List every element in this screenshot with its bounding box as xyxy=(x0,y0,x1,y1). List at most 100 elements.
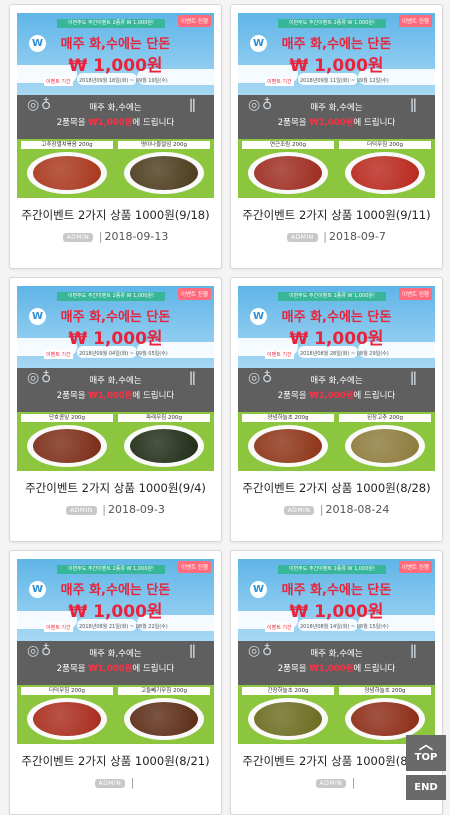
post-title[interactable]: 주간이벤트 2가지 상품 1000원(8/21) xyxy=(17,753,214,769)
product-left-label: 간장하늘초 200g xyxy=(242,687,334,695)
offer-line-1: 매주 화,수에는 xyxy=(89,376,142,386)
meta-divider: | xyxy=(102,503,106,516)
product-strip: 고추장멸치볶음 200g 명이나물절임 200g xyxy=(17,139,214,198)
author-badge: ADMIN xyxy=(94,778,126,788)
event-banner-image[interactable]: 이번주도 주간이벤트 2종류 W 1,000원! 이벤트 진행 W 매주 화,수… xyxy=(238,13,435,198)
product-right: 파래무침 200g xyxy=(118,414,210,469)
post-date: 2018-09-7 xyxy=(328,230,386,243)
banner-offer-band: ◎ ♁ ǁ 매주 화,수에는 2품목을 ₩1,000원에 드립니다 xyxy=(17,641,214,685)
scroll-top-button[interactable]: ︿ TOP xyxy=(406,735,446,771)
period-label: 이벤트 기간 xyxy=(265,350,294,359)
post-meta: ADMIN | 2018-09-7 xyxy=(238,230,435,243)
product-left: 양념하늘초 200g xyxy=(242,414,334,469)
author-badge: ADMIN xyxy=(283,505,315,515)
event-banner-image[interactable]: 이번주도 주간이벤트 2종류 W 1,000원! 이벤트 진행 W 매주 화,수… xyxy=(17,286,214,471)
product-right-label: 파래무침 200g xyxy=(118,414,210,422)
banner-price: ₩ 1,000원 xyxy=(289,56,384,76)
event-banner-image[interactable]: 이번주도 주간이벤트 2종류 W 1,000원! 이벤트 진행 W 매주 화,수… xyxy=(17,13,214,198)
banner-ribbon: 이번주도 주간이벤트 2종류 W 1,000원! xyxy=(57,19,165,28)
banner-price: ₩ 1,000원 xyxy=(289,329,384,349)
event-period: 2018년08월 14일(화) ~ 08월 15일(수) xyxy=(300,624,389,630)
product-left-label: 고추장멸치볶음 200g xyxy=(21,141,113,149)
product-strip: 더덕무침 200g 고들빼기무침 200g xyxy=(17,685,214,744)
banner-price: ₩ 1,000원 xyxy=(68,329,163,349)
event-tag: 이벤트 진행 xyxy=(398,288,432,300)
offer-line-2: 2품목을 ₩1,000원에 드립니다 xyxy=(277,391,396,401)
event-tag: 이벤트 진행 xyxy=(398,561,432,573)
post-card[interactable]: 이번주도 주간이벤트 2종류 W 1,000원! 이벤트 진행 W 매주 화,수… xyxy=(230,277,443,542)
post-title[interactable]: 주간이벤트 2가지 상품 1000원(9/4) xyxy=(17,480,214,496)
banner-offer-band: ◎ ♁ ǁ 매주 화,수에는 2품목을 ₩1,000원에 드립니다 xyxy=(238,641,435,685)
chevron-up-icon: ︿ xyxy=(419,737,433,753)
post-title[interactable]: 주간이벤트 2가지 상품 1000원(8/28) xyxy=(238,480,435,496)
food-image xyxy=(254,702,322,736)
product-right-label: 양념하늘초 200g xyxy=(339,687,431,695)
event-period: 2018년09월 18일(화) ~ 09월 19일(수) xyxy=(79,78,168,84)
product-left: 더덕무침 200g xyxy=(21,687,113,742)
food-image xyxy=(33,156,101,190)
banner-headline: 매주 화,수에는 단돈 xyxy=(281,37,392,52)
scroll-end-label: END xyxy=(414,782,438,793)
offer-line-2: 2품목을 ₩1,000원에 드립니다 xyxy=(56,391,175,401)
banner-ribbon: 이번주도 주간이벤트 2종류 W 1,000원! xyxy=(278,292,386,301)
event-tag: 이벤트 진행 xyxy=(398,15,432,27)
food-image xyxy=(351,156,419,190)
event-period: 2018년08월 28일(화) ~ 08월 29일(수) xyxy=(300,351,389,357)
product-left-label: 더덕무침 200g xyxy=(21,687,113,695)
event-tag: 이벤트 진행 xyxy=(177,288,211,300)
scroll-end-button[interactable]: END xyxy=(406,775,446,800)
offer-line-1: 매주 화,수에는 xyxy=(89,103,142,113)
post-title[interactable]: 주간이벤트 2가지 상품 1000원(9/18) xyxy=(17,207,214,223)
author-badge: ADMIN xyxy=(66,505,97,515)
banner-headline: 매주 화,수에는 단돈 xyxy=(281,310,392,325)
event-banner-image[interactable]: 이번주도 주간이벤트 2종류 W 1,000원! 이벤트 진행 W 매주 화,수… xyxy=(238,286,435,471)
banner-price: ₩ 1,000원 xyxy=(289,602,384,622)
offer-line-1: 매주 화,수에는 xyxy=(89,649,142,659)
post-card[interactable]: 이번주도 주간이벤트 2종류 W 1,000원! 이벤트 진행 W 매주 화,수… xyxy=(230,4,443,269)
period-label: 이벤트 기간 xyxy=(265,623,294,632)
product-right-label: 고들빼기무침 200g xyxy=(118,687,210,695)
post-card[interactable]: 이번주도 주간이벤트 2종류 W 1,000원! 이벤트 진행 W 매주 화,수… xyxy=(9,277,222,542)
offer-line-1: 매주 화,수에는 xyxy=(310,376,363,386)
post-date: 2018-09-13 xyxy=(104,230,169,243)
post-card[interactable]: 이번주도 주간이벤트 2종류 W 1,000원! 이벤트 진행 W 매주 화,수… xyxy=(9,550,222,815)
event-banner-image[interactable]: 이번주도 주간이벤트 2종류 W 1,000원! 이벤트 진행 W 매주 화,수… xyxy=(238,559,435,744)
food-image xyxy=(130,156,198,190)
offer-line-2: 2품목을 ₩1,000원에 드립니다 xyxy=(277,118,396,128)
banner-offer-band: ◎ ♁ ǁ 매주 화,수에는 2품목을 ₩1,000원에 드립니다 xyxy=(17,368,214,412)
banner-headline: 매주 화,수에는 단돈 xyxy=(60,583,171,598)
post-card[interactable]: 이번주도 주간이벤트 2종류 W 1,000원! 이벤트 진행 W 매주 화,수… xyxy=(9,4,222,269)
banner-price: ₩ 1,000원 xyxy=(68,56,163,76)
offer-line-2: 2품목을 ₩1,000원에 드립니다 xyxy=(56,118,175,128)
product-left-label: 양념하늘초 200g xyxy=(242,414,334,422)
scroll-top-label: TOP xyxy=(414,752,438,763)
post-grid: 이번주도 주간이벤트 2종류 W 1,000원! 이벤트 진행 W 매주 화,수… xyxy=(9,4,443,815)
author-badge: ADMIN xyxy=(315,778,347,788)
product-right-label: 더덕무침 200g xyxy=(339,141,431,149)
post-meta: ADMIN | 2018-09-13 xyxy=(17,230,214,243)
event-period: 2018년09월 04일(화) ~ 09월 05일(수) xyxy=(79,351,168,357)
author-badge: ADMIN xyxy=(287,232,318,242)
banner-headline: 매주 화,수에는 단돈 xyxy=(60,37,171,52)
banner-ribbon: 이번주도 주간이벤트 2종류 W 1,000원! xyxy=(57,292,165,301)
product-left: 연근조림 200g xyxy=(242,141,334,196)
food-image xyxy=(351,702,419,736)
product-strip: 양념하늘초 200g 된장고추 200g xyxy=(238,412,435,471)
meta-divider: | xyxy=(323,230,327,243)
post-title[interactable]: 주간이벤트 2가지 상품 1000원(9/11) xyxy=(238,207,435,223)
product-right: 더덕무침 200g xyxy=(339,141,431,196)
offer-line-1: 매주 화,수에는 xyxy=(310,649,363,659)
meta-divider: | xyxy=(98,230,103,243)
event-period: 2018년09월 11일(화) ~ 09월 12일(수) xyxy=(300,78,389,84)
event-banner-image[interactable]: 이번주도 주간이벤트 2종류 W 1,000원! 이벤트 진행 W 매주 화,수… xyxy=(17,559,214,744)
post-date: 2018-09-3 xyxy=(107,503,165,516)
post-meta: ADMIN | 2018-09-3 xyxy=(17,503,214,516)
offer-line-2: 2품목을 ₩1,000원에 드립니다 xyxy=(56,664,175,674)
food-image xyxy=(33,429,101,463)
banner-offer-band: ◎ ♁ ǁ 매주 화,수에는 2품목을 ₩1,000원에 드립니다 xyxy=(238,368,435,412)
product-right: 고들빼기무침 200g xyxy=(118,687,210,742)
banner-offer-band: ◎ ♁ ǁ 매주 화,수에는 2품목을 ₩1,000원에 드립니다 xyxy=(17,95,214,139)
product-right: 된장고추 200g xyxy=(339,414,431,469)
product-right: 양념하늘초 200g xyxy=(339,687,431,742)
meta-divider: | xyxy=(351,776,356,789)
